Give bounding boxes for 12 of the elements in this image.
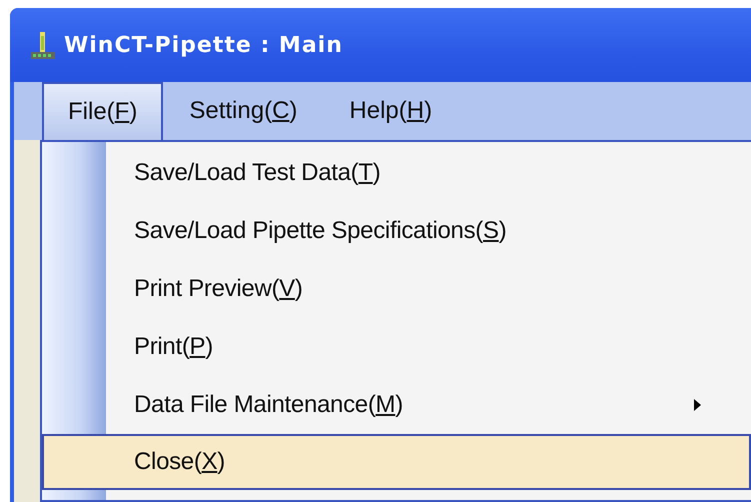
menu-item[interactable]: Save/Load Pipette Specifications(S): [106, 202, 751, 260]
submenu-arrow-icon: [694, 399, 701, 411]
menu-item[interactable]: Print Preview(V): [106, 260, 751, 318]
menu-bar-item[interactable]: Setting(C): [163, 82, 324, 140]
menu-bar-item[interactable]: File(F): [42, 82, 164, 140]
window-title: WinCT-Pipette : Main: [64, 32, 343, 58]
menu-item[interactable]: Close(X): [42, 434, 751, 490]
menu-item[interactable]: Print(P): [106, 318, 751, 376]
menu-item[interactable]: Save/Load Test Data(T): [106, 144, 751, 202]
menu-bar-item[interactable]: Help(H): [323, 82, 458, 140]
pipette-icon: [30, 30, 56, 60]
menu-item[interactable]: Data File Maintenance(M): [106, 376, 751, 434]
